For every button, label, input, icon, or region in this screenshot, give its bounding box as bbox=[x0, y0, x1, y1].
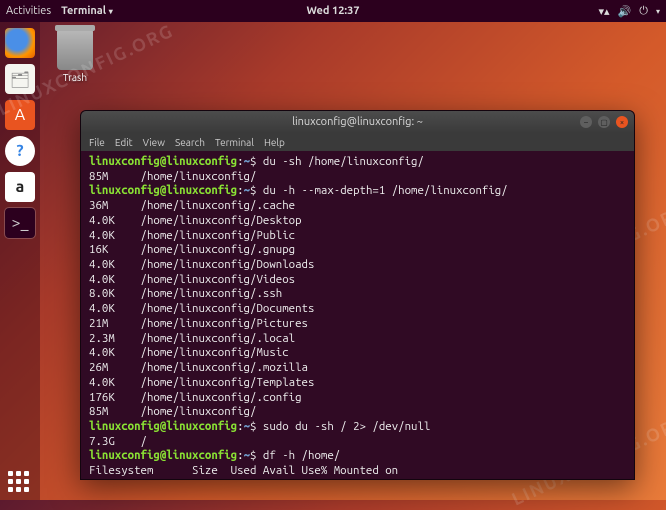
show-applications-icon[interactable] bbox=[8, 471, 29, 492]
close-button[interactable]: × bbox=[616, 116, 628, 128]
terminal-window: linuxconfig@linuxconfig: ~ – ▢ × File Ed… bbox=[80, 110, 635, 480]
terminal-menubar: File Edit View Search Terminal Help bbox=[81, 133, 634, 151]
terminal-icon[interactable]: >_ bbox=[5, 208, 35, 238]
menu-search[interactable]: Search bbox=[175, 137, 205, 148]
software-icon[interactable]: A bbox=[5, 100, 35, 130]
focused-app-menu[interactable]: Terminal ▾ bbox=[61, 5, 113, 17]
menu-view[interactable]: View bbox=[143, 137, 165, 148]
system-tray[interactable]: ▾▴ 🔊 ⏻ ▾ bbox=[599, 5, 660, 18]
launcher-dock: 🗂 A ? a >_ bbox=[0, 22, 40, 500]
maximize-button[interactable]: ▢ bbox=[598, 116, 610, 128]
terminal-output[interactable]: linuxconfig@linuxconfig:~$ du -sh /home/… bbox=[81, 151, 634, 479]
power-icon[interactable]: ⏻ bbox=[639, 5, 648, 18]
files-icon[interactable]: 🗂 bbox=[5, 64, 35, 94]
trash-desktop-icon[interactable]: Trash bbox=[50, 30, 100, 83]
help-icon[interactable]: ? bbox=[5, 136, 35, 166]
menu-edit[interactable]: Edit bbox=[115, 137, 133, 148]
amazon-icon[interactable]: a bbox=[5, 172, 35, 202]
tray-menu-icon[interactable]: ▾ bbox=[656, 7, 660, 16]
clock[interactable]: Wed 12:37 bbox=[306, 5, 359, 17]
menu-terminal[interactable]: Terminal bbox=[215, 137, 254, 148]
firefox-icon[interactable] bbox=[5, 28, 35, 58]
window-title: linuxconfig@linuxconfig: ~ bbox=[292, 116, 423, 128]
window-titlebar[interactable]: linuxconfig@linuxconfig: ~ – ▢ × bbox=[81, 111, 634, 133]
top-panel: Activities Terminal ▾ Wed 12:37 ▾▴ 🔊 ⏻ ▾ bbox=[0, 0, 666, 22]
menu-help[interactable]: Help bbox=[264, 137, 285, 148]
network-icon[interactable]: ▾▴ bbox=[599, 5, 610, 18]
menu-file[interactable]: File bbox=[89, 137, 105, 148]
activities-button[interactable]: Activities bbox=[6, 5, 51, 17]
trash-label: Trash bbox=[50, 72, 100, 83]
minimize-button[interactable]: – bbox=[580, 116, 592, 128]
volume-icon[interactable]: 🔊 bbox=[618, 5, 632, 18]
trash-icon bbox=[57, 30, 93, 70]
